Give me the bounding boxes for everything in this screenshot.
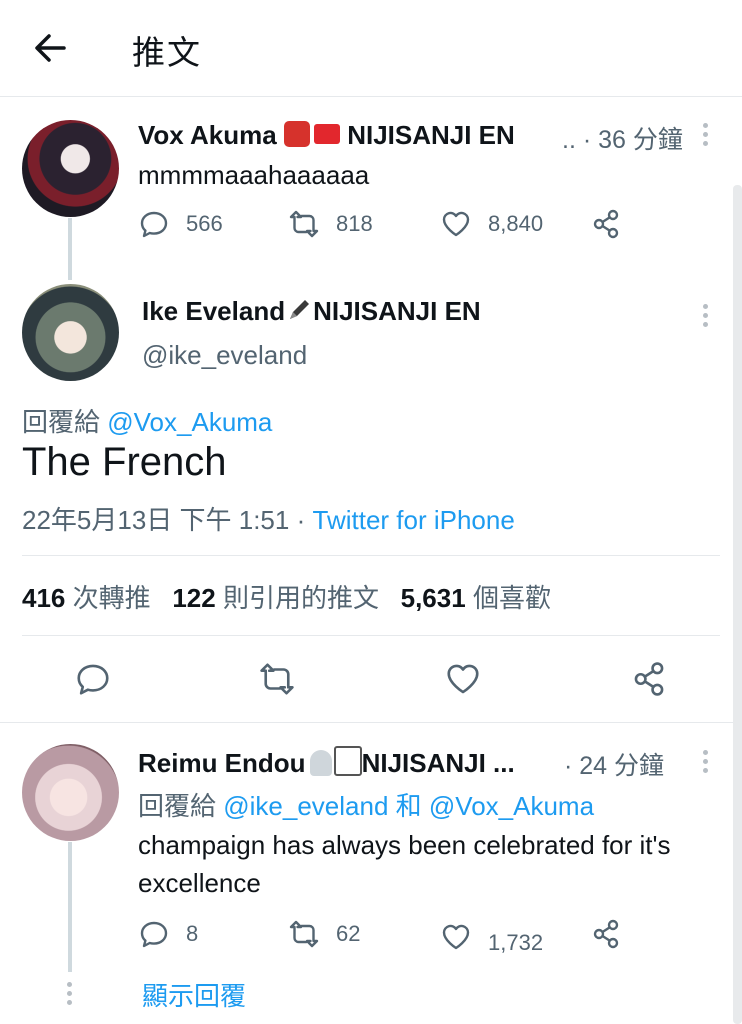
quotes-label: 則引用的推文 <box>222 583 379 613</box>
retweet-icon <box>260 663 294 695</box>
display-name: Vox Akuma <box>138 120 277 150</box>
avatar-vox[interactable] <box>22 120 119 217</box>
retweet-count: 62 <box>336 921 361 946</box>
tweet-text: mmmmaaahaaaaaa <box>138 160 370 190</box>
more-options-icon[interactable] <box>703 750 711 777</box>
handle[interactable]: @ike_eveland <box>142 340 307 371</box>
name-suffix: NIJISANJI ... <box>361 748 515 778</box>
back-arrow-icon[interactable] <box>30 28 70 68</box>
ogre-emoji-icon <box>283 121 310 147</box>
retweet-icon <box>289 210 319 238</box>
timestamp[interactable]: 22年5月13日 下午 1:51 <box>22 505 289 535</box>
pen-emoji-icon <box>290 300 310 319</box>
thread-line <box>68 218 72 280</box>
display-name: Ike Eveland <box>142 296 286 326</box>
author-name[interactable]: Ike Eveland NIJISANJI EN <box>142 296 682 327</box>
divider <box>0 722 742 723</box>
main-tweet-text: The French <box>22 440 227 484</box>
reply-and: 和 <box>395 791 422 821</box>
musical-score-emoji-icon <box>333 746 362 776</box>
tweet-time-row: .. · 36 分鐘 <box>562 120 683 156</box>
like-count: 1,732 <box>488 930 544 955</box>
share-button[interactable] <box>590 208 638 240</box>
avatar-ike[interactable] <box>22 284 119 381</box>
retweet-count: 818 <box>336 211 373 236</box>
reply-icon <box>77 664 109 695</box>
reply-button[interactable]: 8 <box>138 918 198 950</box>
tweet-text: champaign has always been celebrated for… <box>138 830 671 898</box>
reply-mention[interactable]: @Vox_Akuma <box>107 407 272 437</box>
divider <box>22 555 720 556</box>
reply-count: 8 <box>186 921 199 946</box>
ghost-emoji-icon <box>309 750 332 776</box>
engagement-stats: 416 次轉推 122 則引用的推文 5,631 個喜歡 <box>22 578 551 615</box>
author-name[interactable]: Reimu Endou NIJISANJI ... <box>138 746 558 779</box>
reply-context: 回覆給 @ike_eveland 和 @Vox_Akuma <box>138 786 594 823</box>
avatar-reimu[interactable] <box>22 744 119 841</box>
quotes-stat[interactable]: 122 則引用的推文 <box>172 583 379 613</box>
reply-icon <box>140 211 168 238</box>
share-icon <box>593 919 619 949</box>
retweet-button[interactable]: 818 <box>288 208 373 240</box>
share-icon <box>593 209 619 239</box>
retweet-icon <box>289 920 319 948</box>
red-envelope-emoji-icon <box>313 124 340 144</box>
main-share-button[interactable] <box>630 660 668 703</box>
relative-time[interactable]: · 36 分鐘 <box>583 126 683 154</box>
page-title: 推文 <box>132 34 202 71</box>
retweets-stat[interactable]: 416 次轉推 <box>22 583 151 613</box>
scrollbar[interactable] <box>733 185 742 1024</box>
tweet-source[interactable]: Twitter for iPhone <box>313 505 515 535</box>
reply-mention[interactable]: @ike_eveland <box>223 791 388 821</box>
reply-count: 566 <box>186 211 223 236</box>
reply-mention[interactable]: @Vox_Akuma <box>429 791 594 821</box>
reply-button[interactable]: 566 <box>138 208 223 240</box>
main-like-button[interactable] <box>444 660 482 703</box>
retweet-button[interactable]: 62 <box>288 918 360 950</box>
likes-stat[interactable]: 5,631 個喜歡 <box>401 583 551 613</box>
tweet-timestamp-row: 22年5月13日 下午 1:51 · Twitter for iPhone <box>22 500 515 537</box>
reply-context: 回覆給 @Vox_Akuma <box>22 402 272 439</box>
more-options-icon[interactable] <box>703 123 711 150</box>
heart-icon <box>442 211 470 237</box>
name-ellipsis: .. <box>562 126 576 154</box>
reply-icon <box>140 921 168 948</box>
share-button[interactable] <box>590 918 638 950</box>
divider <box>22 635 720 636</box>
thread-dots-icon <box>67 982 75 1009</box>
likes-count: 5,631 <box>400 583 466 613</box>
heart-icon <box>442 924 470 950</box>
main-reply-button[interactable] <box>74 660 112 703</box>
author-name[interactable]: Vox Akuma NIJISANJI EN <box>138 120 558 151</box>
display-name: Reimu Endou <box>138 748 306 778</box>
share-icon <box>634 662 664 696</box>
quotes-count: 122 <box>172 583 216 613</box>
like-button[interactable]: 8,840 <box>440 208 543 240</box>
name-suffix: NIJISANJI EN <box>347 120 515 150</box>
retweets-label: 次轉推 <box>72 583 151 613</box>
more-options-icon[interactable] <box>703 304 711 331</box>
retweets-count: 416 <box>22 583 66 613</box>
name-suffix: NIJISANJI EN <box>313 296 481 326</box>
show-replies-link[interactable]: 顯示回覆 <box>142 976 246 1013</box>
heart-icon <box>447 664 479 694</box>
like-button[interactable]: 1,732 <box>440 918 543 956</box>
reply-label: 回覆給 <box>138 791 217 821</box>
likes-label: 個喜歡 <box>472 583 551 613</box>
thread-line <box>68 842 72 972</box>
like-count: 8,840 <box>488 211 544 236</box>
relative-time[interactable]: · 24 分鐘 <box>564 746 664 782</box>
top-bar <box>0 0 742 97</box>
main-retweet-button[interactable] <box>258 660 296 703</box>
reply-label: 回覆給 <box>22 407 101 437</box>
separator: · <box>296 505 306 535</box>
